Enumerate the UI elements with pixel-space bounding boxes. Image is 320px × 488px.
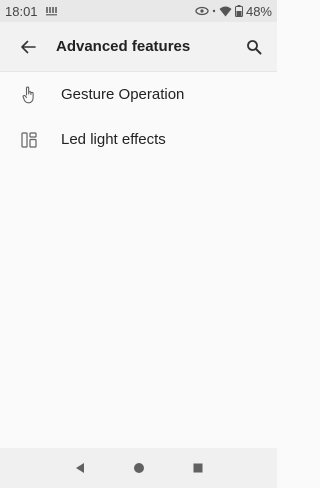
status-icons: 48% bbox=[195, 4, 272, 19]
arrow-back-icon[interactable] bbox=[0, 22, 56, 72]
page-title: Advanced features bbox=[56, 38, 191, 55]
list-item-label: Gesture Operation bbox=[61, 86, 185, 103]
home-circle-icon[interactable] bbox=[124, 453, 154, 483]
status-bar: 18:01 48% bbox=[0, 0, 277, 22]
wifi-icon bbox=[219, 6, 232, 17]
hand-gesture-icon bbox=[0, 86, 61, 104]
app-bar: Advanced features bbox=[0, 22, 277, 72]
settings-list: Gesture Operation Led light effects bbox=[0, 72, 277, 162]
battery-icon bbox=[234, 5, 243, 17]
eye-icon bbox=[195, 6, 209, 16]
led-layout-icon bbox=[0, 131, 61, 148]
battery-percent: 48% bbox=[245, 3, 272, 19]
notification-icon bbox=[45, 6, 58, 16]
search-icon[interactable] bbox=[231, 22, 277, 72]
back-triangle-icon[interactable] bbox=[65, 453, 95, 483]
dot-icon bbox=[212, 6, 216, 16]
navigation-bar bbox=[0, 448, 277, 488]
list-item-label: Led light effects bbox=[61, 131, 166, 148]
recents-square-icon[interactable] bbox=[183, 453, 213, 483]
status-time: 18:01 bbox=[5, 3, 38, 19]
list-item-gesture-operation[interactable]: Gesture Operation bbox=[0, 72, 277, 117]
list-item-led-light-effects[interactable]: Led light effects bbox=[0, 117, 277, 162]
